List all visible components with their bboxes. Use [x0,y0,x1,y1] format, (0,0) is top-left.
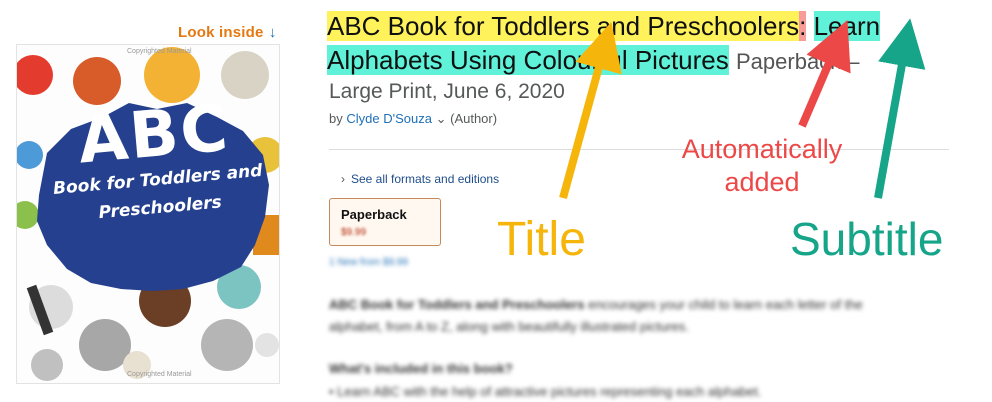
look-inside-link[interactable]: Look inside ↓ [178,24,277,41]
format-label: Paperback [341,207,407,222]
description-paragraph: ABC Book for Toddlers and Preschoolers e… [329,294,919,338]
description-bold: ABC Book for Toddlers and Preschoolers [329,297,585,312]
cover-watermark-top: Copyrighted Material [127,48,192,55]
auto-added-annotation-label: Automatically added [681,134,843,197]
divider [329,149,949,150]
by-label: by [329,111,343,126]
down-arrow-icon: ↓ [268,24,277,41]
see-all-formats-label: See all formats and editions [351,172,500,186]
title-annotation-label: Title [497,213,586,266]
product-title: ABC Book for Toddlers and Preschoolers: … [327,9,927,79]
author-caret-icon[interactable]: ⌄ [436,111,447,126]
byline: by Clyde D'Souza ⌄ (Author) [329,111,497,127]
subtitle-annotation-label: Subtitle [790,213,944,265]
format-price: $9.99 [341,227,367,238]
edition-date: Large Print, June 6, 2020 [329,80,565,103]
format-option-paperback[interactable]: Paperback $9.99 [329,198,441,246]
cover-title: ABC Book for Toddlers and Preschoolers [40,92,271,229]
new-from-link[interactable]: 1 New from $9.99 [329,257,408,268]
author-role: (Author) [450,111,498,126]
see-all-formats-link[interactable]: › See all formats and editions [341,172,499,186]
title-text: ABC Book for Toddlers and Preschoolers [327,11,800,41]
format-trailing: Paperback – [736,49,860,74]
book-cover-image[interactable]: ABC Book for Toddlers and Preschoolers C… [16,44,280,384]
author-link[interactable]: Clyde D'Souza [346,111,432,126]
cover-watermark-bottom: Copyrighted Material [127,371,192,378]
auto-colon: : [799,11,807,41]
description-bullet: • Learn ABC with the help of attractive … [329,384,762,399]
subtitle-text-part1: Learn [813,11,881,41]
subtitle-text-part2: Alphabets Using Colourful Pictures [327,45,729,75]
chevron-right-icon: › [341,172,345,186]
look-inside-label: Look inside [178,24,264,41]
description-heading: What's included in this book? [329,361,513,376]
